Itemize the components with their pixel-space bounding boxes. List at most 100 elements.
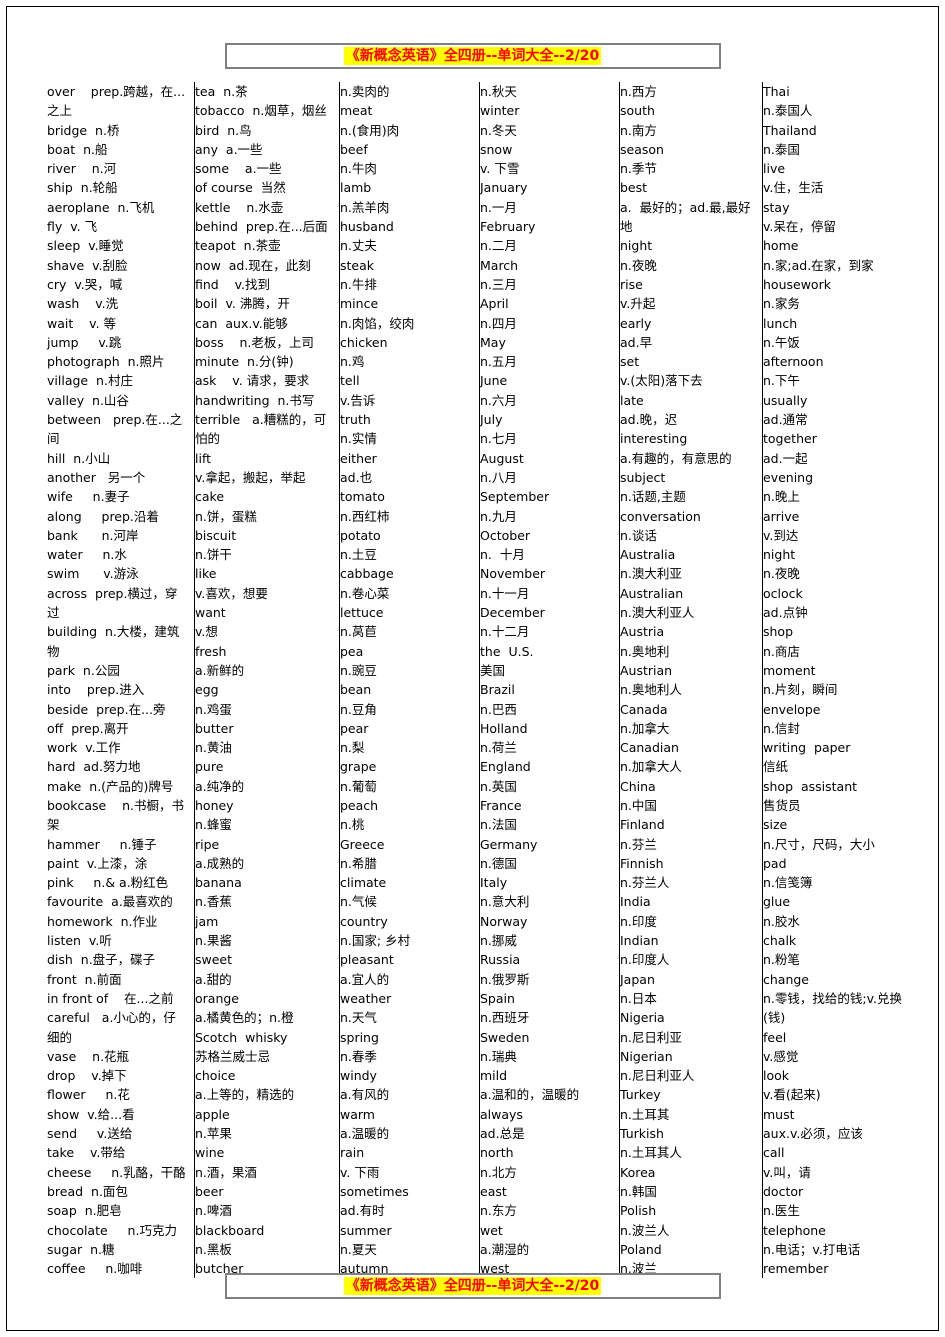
- vocabulary-entry: a.有风的: [340, 1087, 390, 1103]
- vocabulary-entry: Canada: [620, 701, 668, 717]
- vocabulary-entry: n.澳大利亚: [620, 566, 682, 582]
- vocabulary-entry: a.宜人的: [340, 971, 390, 987]
- vocabulary-entry: n.鸡: [340, 354, 365, 370]
- vocabulary-entry: Austria: [620, 624, 665, 640]
- vocabulary-entry: a.成熟的: [195, 855, 245, 871]
- vocabulary-column-2: tea n.茶 tobacco n.烟草，烟丝 bird n.鸟 any a.一些 so…: [195, 82, 340, 1279]
- vocabulary-entry: n.日本: [620, 990, 657, 1006]
- vocabulary-entry: n.天气: [340, 1010, 377, 1026]
- vocabulary-entry: n.午饭: [763, 334, 800, 350]
- vocabulary-entry: home: [763, 238, 799, 254]
- vocabulary-entry: Austrian: [620, 662, 673, 678]
- vocabulary-entry: handwriting n.书写: [195, 392, 315, 408]
- vocabulary-entry: Canadian: [620, 740, 679, 756]
- vocabulary-entry: n.梨: [340, 740, 365, 756]
- vocabulary-entry: conversation: [620, 508, 701, 524]
- vocabulary-entry: n.信封: [763, 720, 800, 736]
- vocabulary-entry: n.豌豆: [340, 662, 377, 678]
- vocabulary-entry: boil v. 沸腾，开: [195, 296, 290, 312]
- vocabulary-entry: boat n.船: [47, 141, 108, 157]
- vocabulary-entry: jam: [195, 913, 219, 929]
- vocabulary-entry: orange: [195, 990, 239, 1006]
- vocabulary-entry: send v.送给: [47, 1126, 133, 1142]
- vocabulary-entry: n.下午: [763, 373, 800, 389]
- vocabulary-entry: weather: [340, 990, 392, 1006]
- vocabulary-entry: dish n.盘子，碟子: [47, 952, 156, 968]
- vocabulary-entry: n.二月: [480, 238, 517, 254]
- vocabulary-entry: take v.带给: [47, 1145, 126, 1161]
- vocabulary-entry: n.法国: [480, 817, 517, 833]
- vocabulary-entry: meat: [340, 103, 373, 119]
- vocabulary-entry: aux.v.必须，应该: [763, 1126, 863, 1142]
- vocabulary-entry: ad.也: [340, 469, 373, 485]
- vocabulary-entry: Japan: [620, 971, 655, 987]
- vocabulary-entry: any a.一些: [195, 141, 263, 157]
- vocabulary-entry: Nigeria: [620, 1010, 665, 1026]
- vocabulary-entry: n.话题,主题: [620, 489, 686, 505]
- vocabulary-entry: Indian: [620, 933, 659, 949]
- vocabulary-entry: Finnish: [620, 855, 664, 871]
- vocabulary-entry: soap n.肥皂: [47, 1203, 122, 1219]
- vocabulary-entry: n.芬兰人: [620, 875, 670, 891]
- vocabulary-entry: arrive: [763, 508, 800, 524]
- vocabulary-entry: n.桃: [340, 817, 365, 833]
- vocabulary-column-1: over prep.跨越，在...之上 bridge n.桥 boat n.船 riv…: [47, 82, 195, 1279]
- vocabulary-entry: n.啤酒: [195, 1203, 232, 1219]
- vocabulary-entry: potato: [340, 527, 381, 543]
- vocabulary-entry: v. 下雨: [340, 1164, 380, 1180]
- vocabulary-entry: Germany: [480, 836, 538, 852]
- vocabulary-entry: hard ad.努力地: [47, 759, 141, 775]
- vocabulary-entry: east: [480, 1183, 507, 1199]
- vocabulary-entry: lunch: [763, 315, 798, 331]
- vocabulary-entry: n.八月: [480, 469, 517, 485]
- vocabulary-entry: n.羔羊肉: [340, 199, 390, 215]
- vocabulary-entry: Spain: [480, 990, 515, 1006]
- vocabulary-entry: shop: [763, 624, 794, 640]
- vocabulary-entry: make n.(产品的)牌号: [47, 778, 174, 794]
- vocabulary-entry: n.土耳其人: [620, 1145, 682, 1161]
- vocabulary-entry: November: [480, 566, 546, 582]
- vocabulary-entry: warm: [340, 1106, 375, 1122]
- vocabulary-entry: wet: [480, 1222, 503, 1238]
- vocabulary-entry: early: [620, 315, 652, 331]
- vocabulary-entry: careful a.小心的，仔细的: [47, 1010, 176, 1045]
- vocabulary-entry: a.新鲜的: [195, 662, 245, 678]
- vocabulary-entry: change: [763, 971, 810, 987]
- vocabulary-entry: envelope: [763, 701, 821, 717]
- vocabulary-entry: n.秋天: [480, 84, 517, 99]
- vocabulary-entry: n.印度人: [620, 952, 670, 968]
- vocabulary-entry: shave v.刮脸: [47, 257, 128, 273]
- vocabulary-entry: terrible a.糟糕的，可怕的: [195, 412, 327, 447]
- vocabulary-entry: n.三月: [480, 276, 517, 292]
- vocabulary-entry: n.英国: [480, 778, 517, 794]
- vocabulary-entry: work v.工作: [47, 740, 121, 756]
- footer-banner-title: 《新概念英语》全四册--单词大全--2/20: [343, 1277, 602, 1295]
- vocabulary-entry: evening: [763, 469, 814, 485]
- vocabulary-entry: night: [763, 547, 796, 563]
- vocabulary-entry: Thai: [763, 84, 790, 99]
- vocabulary-entry: ripe: [195, 836, 220, 852]
- vocabulary-entry: Poland: [620, 1241, 662, 1257]
- vocabulary-entry: v.到达: [763, 527, 799, 543]
- vocabulary-entry: doctor: [763, 1183, 804, 1199]
- vocabulary-entry: ship n.轮船: [47, 180, 118, 196]
- vocabulary-entry: n. 十月: [480, 547, 525, 563]
- vocabulary-entry: like: [195, 566, 217, 582]
- vocabulary-entry: tobacco n.烟草，烟丝: [195, 103, 327, 119]
- vocabulary-entry: sleep v.睡觉: [47, 238, 124, 254]
- vocabulary-entry: n.商店: [763, 643, 800, 659]
- vocabulary-entry: Finland: [620, 817, 665, 833]
- vocabulary-entry: a.甜的: [195, 971, 232, 987]
- vocabulary-entry: either: [340, 450, 377, 466]
- vocabulary-entry: together: [763, 431, 817, 447]
- vocabulary-entry: pure: [195, 759, 224, 775]
- vocabulary-entry: France: [480, 797, 522, 813]
- vocabulary-entry: n.饼，蛋糕: [195, 508, 257, 524]
- vocabulary-entry: beer: [195, 1183, 224, 1199]
- vocabulary-entry: bean: [340, 682, 372, 698]
- vocabulary-entry: bread n.面包: [47, 1183, 128, 1199]
- vocabulary-entry: China: [620, 778, 656, 794]
- vocabulary-entry: n.十一月: [480, 585, 530, 601]
- vocabulary-entry: ask v. 请求，要求: [195, 373, 310, 389]
- vocabulary-entry: show v.给...看: [47, 1106, 135, 1122]
